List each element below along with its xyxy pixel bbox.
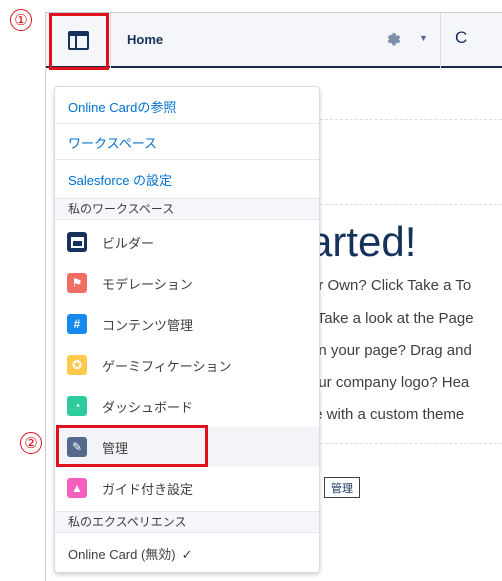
rocket-icon: ▲ (67, 478, 87, 498)
menu-item-builder[interactable]: ビルダー (55, 222, 319, 262)
menu-section-experiences: 私のエクスペリエンス (55, 511, 319, 533)
hero-body-line: on your page? Drag and (310, 342, 472, 359)
menu-item-moderation[interactable]: ⚑ モデレーション (55, 263, 319, 303)
menu-item-label: コンテンツ管理 (102, 317, 194, 333)
header-divider (440, 13, 441, 68)
menu-item-label: モデレーション (102, 276, 193, 292)
admin-chip[interactable]: 管理 (324, 477, 360, 498)
builder-header (46, 13, 502, 68)
hash-icon: # (67, 314, 87, 334)
builder-icon-glyph (70, 236, 84, 248)
experience-label: Online Card (無効) (68, 547, 176, 562)
hero-body-line: ' Take a look at the Page (310, 310, 474, 327)
checkmark-icon: ✓ (181, 547, 193, 562)
menu-item-gamification[interactable]: ✪ ゲーミフィケーション (55, 345, 319, 385)
menu-divider (55, 159, 319, 160)
gear-icon[interactable] (385, 30, 407, 50)
menu-item-guided-setup[interactable]: ▲ ガイド付き設定 (55, 468, 319, 508)
dashboard-icon: ◔ (67, 396, 87, 416)
menu-section-workspaces: 私のワークスペース (55, 198, 319, 220)
menu-divider (55, 123, 319, 124)
menu-link-workspaces[interactable]: ワークスペース (68, 133, 157, 152)
header-divider (110, 13, 111, 68)
callout-box-administration (56, 425, 208, 467)
menu-item-label: ビルダー (102, 235, 155, 251)
menu-item-label: ダッシュボード (102, 399, 194, 415)
callout-number-1: ① (10, 9, 32, 31)
menu-item-dashboard[interactable]: ◔ ダッシュボード (55, 386, 319, 426)
page-name[interactable]: Home (127, 32, 163, 47)
app-launcher-menu: Online Cardの参照 ワークスペース Salesforce の設定 私の… (54, 86, 320, 573)
menu-item-label: ガイド付き設定 (102, 481, 194, 497)
builder-icon (67, 232, 87, 252)
callout-box-launcher (49, 13, 109, 70)
hero-body-line: ur Own? Click Take a To (310, 277, 472, 294)
menu-item-label: ゲーミフィケーション (102, 358, 232, 374)
flag-icon: ⚑ (67, 273, 87, 293)
hero-heading: arted! (309, 218, 417, 265)
hero-body-line: our company logo? Hea (310, 374, 470, 391)
section-divider (320, 204, 502, 205)
section-divider (320, 119, 502, 120)
refresh-icon[interactable]: C (455, 28, 467, 48)
chevron-down-icon[interactable]: ▼ (419, 33, 429, 43)
menu-item-experience[interactable]: Online Card (無効) ✓ (68, 544, 193, 563)
section-divider (320, 443, 502, 444)
hero-body-line: te with a custom theme (310, 406, 465, 423)
menu-item-content-management[interactable]: # コンテンツ管理 (55, 304, 319, 344)
gear-icon-svg (387, 33, 401, 46)
award-icon: ✪ (67, 355, 87, 375)
menu-link-view-site[interactable]: Online Cardの参照 (68, 97, 176, 116)
menu-link-salesforce-setup[interactable]: Salesforce の設定 (68, 170, 172, 189)
callout-number-2: ② (20, 432, 42, 454)
